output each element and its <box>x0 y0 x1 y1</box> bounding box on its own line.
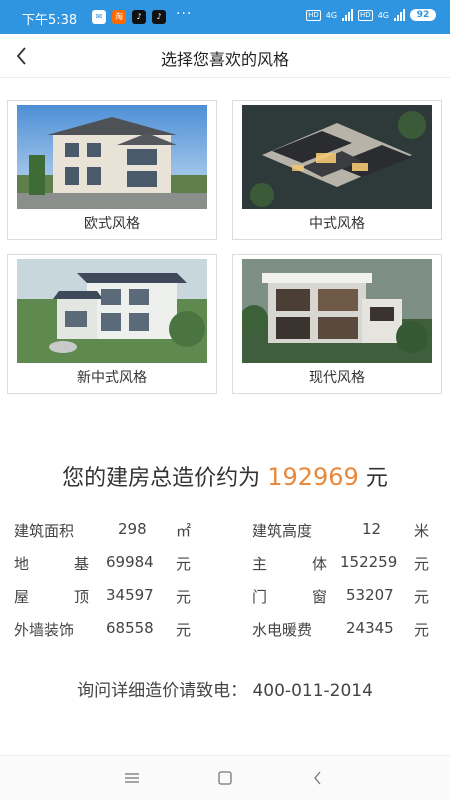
detail-unit: 元 <box>414 621 430 639</box>
detail-roof: 屋 顶 34597 元 <box>14 586 214 606</box>
detail-height: 建筑高度 12 米 <box>252 520 442 540</box>
detail-label: 地 <box>14 555 30 573</box>
detail-label: 水电暖费 <box>252 621 313 639</box>
detail-foundation: 地 基 69984 元 <box>14 553 214 573</box>
detail-unit: ㎡ <box>176 522 192 540</box>
detail-value: 34597 <box>106 586 154 604</box>
modern-villa-image <box>242 259 432 363</box>
tiktok-notification-icon-2: ♪ <box>152 10 166 24</box>
detail-value: 68558 <box>106 619 154 637</box>
european-villa-image <box>17 105 207 209</box>
menu-icon[interactable] <box>122 768 142 788</box>
detail-value: 53207 <box>346 586 394 604</box>
detail-value: 69984 <box>106 553 154 571</box>
detail-label: 门 <box>252 588 268 606</box>
contact-line: 询问详细造价请致电： 400-011-2014 <box>0 676 450 701</box>
network-type-b: 4G <box>377 10 389 20</box>
status-time: 下午5:38 <box>22 13 78 28</box>
detail-label: 窗 <box>312 588 328 606</box>
style-card-new-chinese[interactable]: 新中式风格 <box>7 254 217 394</box>
style-label: 中式风格 <box>309 216 365 232</box>
detail-doors: 门 窗 53207 元 <box>252 586 442 606</box>
detail-label: 外墙装饰 <box>14 621 75 639</box>
system-nav-bar <box>0 755 450 800</box>
home-icon[interactable] <box>215 768 235 788</box>
detail-unit: 元 <box>176 621 192 639</box>
style-card-chinese[interactable]: 中式风格 <box>232 100 442 240</box>
detail-label: 基 <box>74 555 90 573</box>
style-label: 现代风格 <box>309 370 365 386</box>
message-notification-icon: ✉ <box>92 10 106 24</box>
style-card-european[interactable]: 欧式风格 <box>7 100 217 240</box>
total-estimate: 您的建房总造价约为 192969 元 <box>0 460 450 492</box>
detail-utilities: 水电暖费 24345 元 <box>252 619 442 639</box>
taobao-notification-icon: 淘 <box>112 10 126 24</box>
detail-label: 屋 <box>14 588 30 606</box>
detail-label: 建筑面积 <box>14 522 75 540</box>
detail-label: 主 <box>252 555 268 573</box>
app-header: 选择您喜欢的风格 <box>0 34 450 78</box>
network-type-a: 4G <box>325 10 338 20</box>
style-card-modern[interactable]: 现代风格 <box>232 254 442 394</box>
battery-icon: 92 <box>410 9 436 21</box>
detail-unit: 元 <box>414 588 430 606</box>
style-label: 欧式风格 <box>84 216 140 232</box>
detail-label: 顶 <box>74 588 90 606</box>
detail-label: 体 <box>312 555 328 573</box>
status-bar: 下午5:38 ✉ 淘 ♪ ♪ ··· HD 4G HD 4G 92 <box>0 0 450 34</box>
page-title: 选择您喜欢的风格 <box>160 50 289 69</box>
new-chinese-villa-image <box>17 259 207 363</box>
more-notifications-icon: ··· <box>176 6 193 22</box>
signal-icon <box>342 9 354 21</box>
contact-phone[interactable]: 400-011-2014 <box>252 681 372 701</box>
estimate-prefix: 您的建房总造价约为 <box>62 466 261 491</box>
style-label: 新中式风格 <box>77 370 147 386</box>
detail-label: 建筑高度 <box>252 522 313 540</box>
status-indicators: HD 4G HD 4G 92 <box>306 9 436 21</box>
chinese-courtyard-image <box>242 105 432 209</box>
detail-unit: 元 <box>176 555 192 573</box>
estimate-unit: 元 <box>365 466 388 491</box>
hd-icon: HD <box>306 9 321 21</box>
detail-unit: 米 <box>414 522 430 540</box>
detail-value: 298 <box>118 520 147 538</box>
detail-value: 24345 <box>346 619 394 637</box>
detail-unit: 元 <box>414 555 430 573</box>
back-nav-icon[interactable] <box>308 768 328 788</box>
detail-main: 主 体 152259 元 <box>252 553 442 573</box>
detail-unit: 元 <box>176 588 192 606</box>
hd-icon-2: HD <box>358 9 373 21</box>
estimate-price: 192969 <box>267 463 359 491</box>
detail-value: 12 <box>362 520 382 538</box>
detail-wall: 外墙装饰 68558 元 <box>14 619 214 639</box>
contact-text: 询问详细造价请致电： <box>77 681 248 701</box>
tiktok-notification-icon: ♪ <box>132 10 146 24</box>
detail-area: 建筑面积 298 ㎡ <box>14 520 214 540</box>
signal-icon-2 <box>394 9 405 21</box>
detail-value: 152259 <box>340 553 398 571</box>
